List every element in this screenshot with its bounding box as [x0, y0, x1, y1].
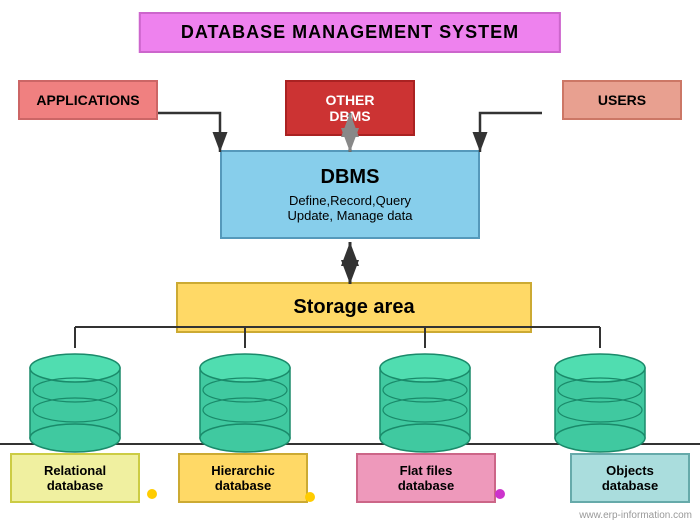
dot-relational: [147, 489, 157, 499]
flatfiles-db-label: Flat filesdatabase: [356, 453, 496, 503]
diagram: DATABASE MANAGEMENT SYSTEM APPLICATIONS …: [0, 0, 700, 525]
storage-box: Storage area: [176, 282, 532, 333]
dbms-desc: Define,Record,QueryUpdate, Manage data: [252, 193, 448, 223]
users-box: USERS: [562, 80, 682, 120]
title-text: DATABASE MANAGEMENT SYSTEM: [181, 22, 519, 42]
applications-arrow: [158, 113, 220, 152]
hierarchic-db-label: Hierarchicdatabase: [178, 453, 308, 503]
applications-label: APPLICATIONS: [36, 92, 139, 108]
dot-flatfiles: [495, 489, 505, 499]
cylinder-flatfiles: [380, 354, 470, 452]
relational-db-label: Relationaldatabase: [10, 453, 140, 503]
cylinder-relational: [30, 354, 120, 452]
dbms-box: DBMS Define,Record,QueryUpdate, Manage d…: [220, 150, 480, 239]
objects-db-label: Objectsdatabase: [570, 453, 690, 503]
watermark: www.erp-information.com: [579, 510, 692, 521]
other-dbms-box: OTHER DBMS: [285, 80, 415, 136]
title-box: DATABASE MANAGEMENT SYSTEM: [139, 12, 561, 53]
other-dbms-label: OTHER DBMS: [326, 92, 375, 124]
users-arrow: [480, 113, 542, 152]
applications-box: APPLICATIONS: [18, 80, 158, 120]
storage-label: Storage area: [293, 296, 414, 318]
cylinder-objects: [555, 354, 645, 452]
users-label: USERS: [598, 92, 646, 108]
dbms-title: DBMS: [252, 166, 448, 189]
bottom-line: [0, 443, 700, 445]
svg-overlay: [0, 0, 700, 525]
cylinder-hierarchic: [200, 354, 290, 452]
